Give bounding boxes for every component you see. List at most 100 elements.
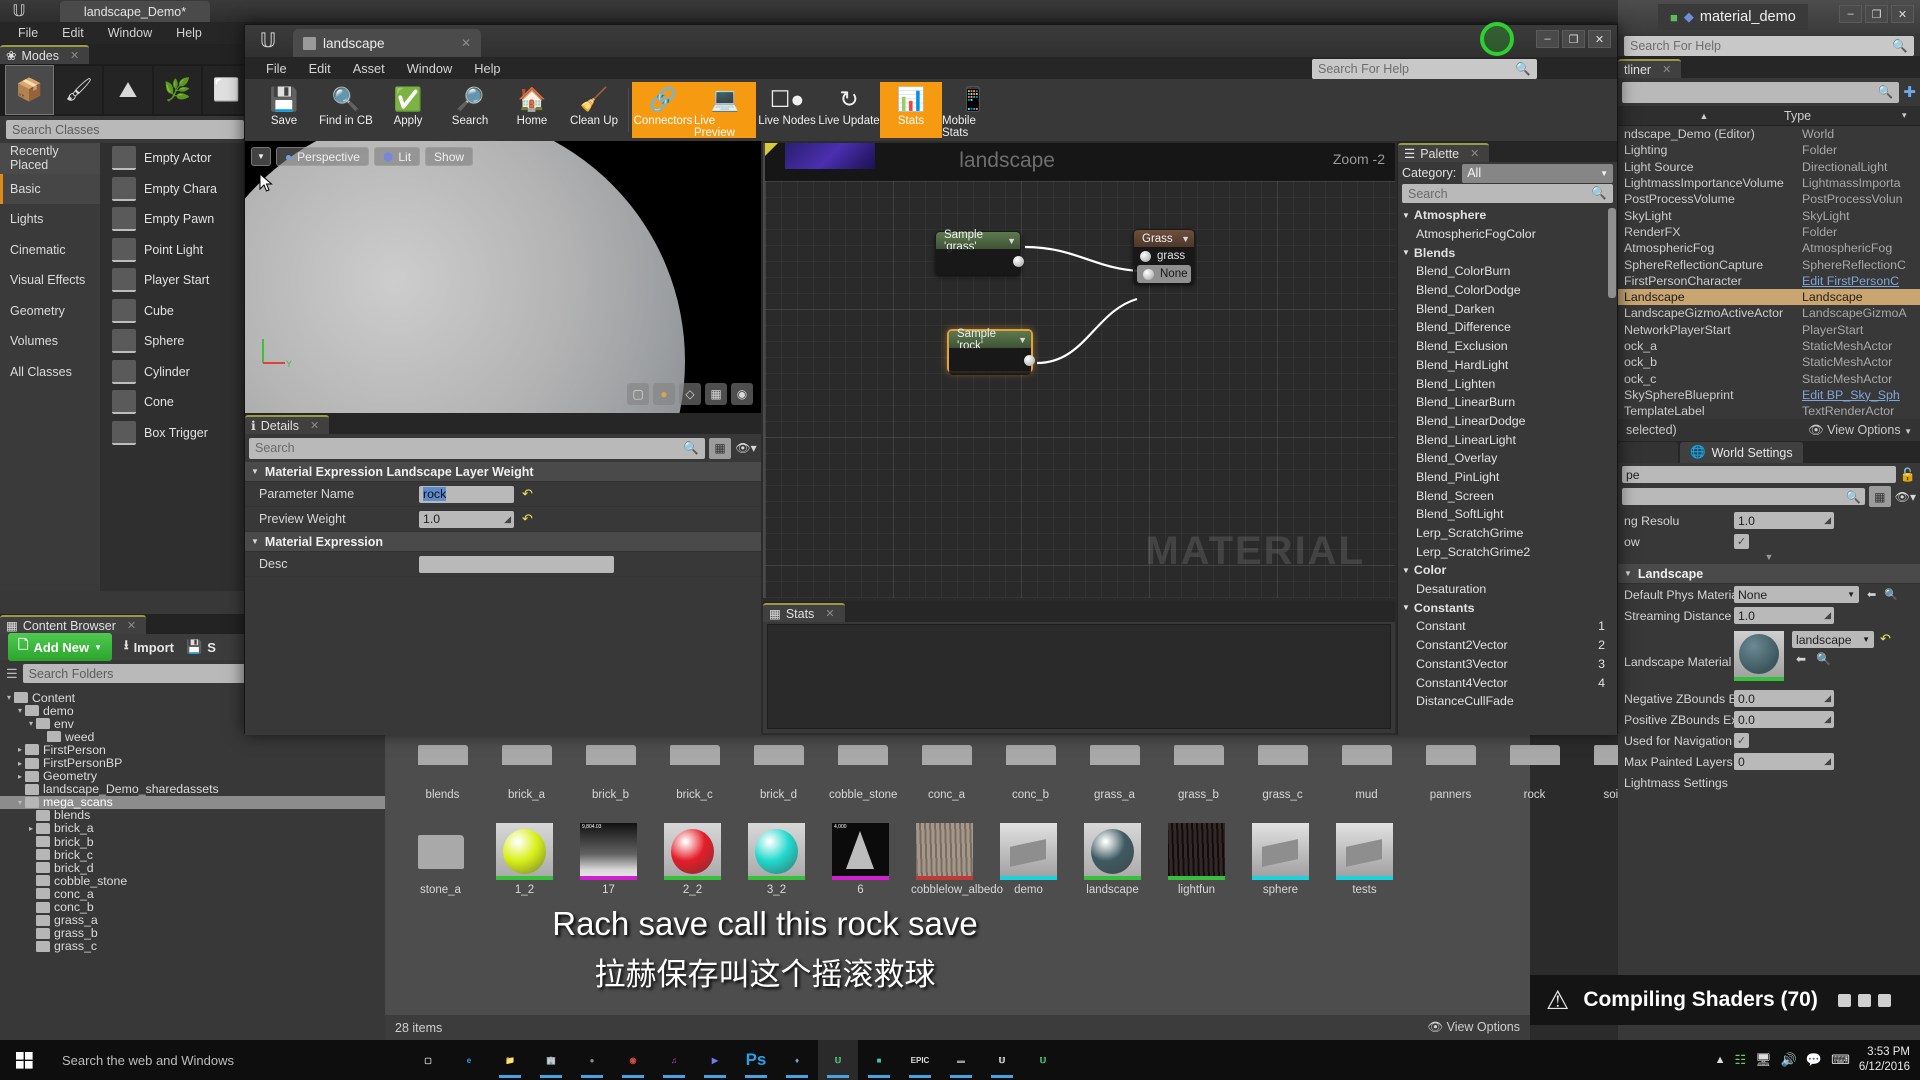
outliner-row[interactable]: PostProcessVolume PostProcessVolun (1618, 191, 1920, 207)
folder-tree-row[interactable]: brick_c (0, 848, 385, 862)
asset-folder-cell[interactable]: brick_c (661, 745, 728, 801)
taskbar-photoshop-icon[interactable]: Ps (736, 1040, 776, 1080)
taskbar-clock[interactable]: 3:53 PM 6/12/2016 (1859, 1045, 1910, 1075)
tab-modes[interactable]: ❀ Modes ✕ (0, 45, 90, 64)
taskbar-epic-launcher-icon[interactable]: EPIC (900, 1040, 940, 1080)
outliner-search-input[interactable]: 🔍 (1622, 81, 1900, 103)
palette-item-row[interactable]: Blend_Difference (1398, 318, 1617, 337)
palette-search-input[interactable]: Search 🔍 (1402, 184, 1613, 203)
material-preview-viewport[interactable]: ▼ ● Perspective ⬢ Lit Show Y ▢ ● ◇ ▦ ◉ (245, 141, 761, 413)
display-icon[interactable]: 🖥 (1755, 1052, 1772, 1068)
viewport-options-button[interactable]: ▼ (251, 147, 271, 166)
browse-asset-icon[interactable]: 🔍 (1816, 652, 1831, 666)
modes-category-recently-placed[interactable]: Recently Placed (0, 143, 100, 174)
geometry-mode-icon[interactable]: ⬜ (202, 66, 251, 114)
palette-group-row[interactable]: ▼ Blends (1398, 243, 1617, 262)
tab-world-settings[interactable]: 🌐 World Settings (1680, 442, 1803, 464)
asset-folder-cell[interactable]: panners (1417, 745, 1484, 801)
tree-arrow-icon[interactable]: ▾ (4, 693, 14, 702)
palette-item-row[interactable]: Blend_Screen (1398, 486, 1617, 505)
folder-tree-row[interactable]: blends (0, 808, 385, 822)
maximize-button[interactable]: ❐ (1865, 5, 1888, 23)
sort-asc-icon[interactable]: ▲ (1618, 111, 1784, 121)
node-input-pin[interactable] (1143, 268, 1154, 280)
folder-tree-row[interactable]: landscape_Demo_sharedassets (0, 782, 385, 796)
node-input-pin[interactable] (1140, 250, 1151, 262)
spinner-icon[interactable]: ◢ (1824, 756, 1831, 767)
import-button[interactable]: ⭳ Import (124, 636, 174, 658)
modes-category-lights[interactable]: Lights (0, 204, 100, 235)
palette-item-row[interactable]: Blend_LinearBurn (1398, 393, 1617, 412)
taskbar-app-blue-icon[interactable]: ♦ (777, 1040, 817, 1080)
close-icon[interactable]: ✕ (70, 49, 79, 62)
palette-item-row[interactable]: AtmosphericFogColor (1398, 225, 1617, 244)
close-icon[interactable]: ✕ (825, 607, 834, 620)
modes-item[interactable]: Cylinder (100, 357, 250, 388)
palette-category-dropdown[interactable]: All ▼ (1462, 163, 1613, 183)
palette-item-row[interactable]: Blend_Lighten (1398, 374, 1617, 393)
modes-category-visual-effects[interactable]: Visual Effects (0, 265, 100, 296)
action-center-icon[interactable]: 💬 (1806, 1052, 1822, 1068)
modes-item[interactable]: Box Trigger (100, 418, 250, 449)
spinner-icon[interactable]: ◢ (504, 514, 511, 525)
preview-plane-icon[interactable]: ◇ (679, 383, 701, 405)
details-eye-icon[interactable]: 👁▾ (735, 438, 757, 459)
details-search-input[interactable]: Search 🔍 (249, 437, 705, 459)
tree-arrow-icon[interactable]: ▸ (15, 759, 25, 768)
outliner-row[interactable]: SkySphereBlueprint Edit BP_Sky_Sph (1618, 387, 1920, 403)
material-editor-tab[interactable]: landscape ✕ (293, 29, 481, 57)
main-menu-edit[interactable]: Edit (52, 24, 94, 42)
modes-item[interactable]: Sphere (100, 326, 250, 357)
palette-item-row[interactable]: Constant4Vector 4 (1398, 673, 1617, 692)
close-icon[interactable]: ✕ (1470, 147, 1479, 160)
toolbar-mobile-stats-button[interactable]: 📱 Mobile Stats (942, 82, 1004, 140)
asset-folder-cell[interactable]: rock (1501, 745, 1568, 801)
palette-item-row[interactable]: Blend_ColorBurn (1398, 262, 1617, 281)
tree-arrow-icon[interactable]: ▸ (15, 745, 25, 754)
toolbar-save-button[interactable]: 💾 Save (253, 82, 315, 138)
taskbar-task-view-icon[interactable]: ▢ (408, 1040, 448, 1080)
palette-item-row[interactable]: Constant2Vector 2 (1398, 636, 1617, 655)
folder-tree-row[interactable]: ▸ FirstPersonBP (0, 756, 385, 770)
asset-item-cell[interactable]: sphere (1247, 823, 1314, 896)
modes-category-cinematic[interactable]: Cinematic (0, 235, 100, 266)
modes-item[interactable]: Cube (100, 296, 250, 327)
folder-tree-row[interactable]: brick_d (0, 861, 385, 875)
outliner-row[interactable]: FirstPersonCharacter Edit FirstPersonC (1618, 273, 1920, 289)
asset-item-cell[interactable]: tests (1331, 823, 1398, 896)
outliner-view-options-button[interactable]: 👁 View Options ▼ (1808, 423, 1912, 438)
asset-folder-cell[interactable]: brick_d (745, 745, 812, 801)
property-value-field[interactable]: 0.0 ◢ (1734, 690, 1834, 708)
close-button[interactable]: ✕ (1891, 5, 1914, 23)
right-help-search-input[interactable]: Search For Help 🔍 (1624, 36, 1914, 56)
taskbar-unreal-green2-icon[interactable]: 𝕌 (1023, 1040, 1063, 1080)
modes-category-volumes[interactable]: Volumes (0, 326, 100, 357)
asset-folder-cell[interactable]: grass_c (1249, 745, 1316, 801)
outliner-row[interactable]: ock_a StaticMeshActor (1618, 338, 1920, 354)
outliner-row[interactable]: Light Source DirectionalLight (1618, 159, 1920, 175)
preview-cube-icon[interactable]: ▦ (705, 383, 727, 405)
main-menu-window[interactable]: Window (98, 24, 162, 42)
asset-item-cell[interactable]: 9,804.03 17 (575, 823, 642, 896)
toolbar-stats-button[interactable]: 📊 Stats (880, 82, 942, 138)
toolbar-connectors-button[interactable]: 🔗 Connectors (632, 82, 694, 138)
tree-arrow-icon[interactable]: ▾ (15, 798, 25, 807)
taskbar-store-icon[interactable]: 🏢 (531, 1040, 571, 1080)
palette-group-row[interactable]: ▼ Atmosphere (1398, 206, 1617, 225)
modes-item[interactable]: Empty Chara (100, 174, 250, 205)
main-menu-help[interactable]: Help (166, 24, 212, 42)
node-input-pin-row[interactable]: None (1137, 265, 1191, 283)
node-output-pin[interactable] (1024, 355, 1035, 366)
taskbar-file-explorer-icon[interactable]: 📁 (490, 1040, 530, 1080)
taskbar-itunes-icon[interactable]: ♫ (654, 1040, 694, 1080)
tab-details-partial[interactable] (1618, 442, 1678, 464)
checkbox[interactable]: ✓ (1734, 733, 1749, 749)
tree-filter-icon[interactable]: ☰ (6, 666, 18, 682)
save-all-button[interactable]: 💾 S (186, 639, 216, 655)
folder-tree-row[interactable]: cobble_stone (0, 874, 385, 888)
menu-help[interactable]: Help (463, 59, 511, 78)
outliner-row[interactable]: AtmosphericFog AtmosphericFog (1618, 240, 1920, 256)
graph-node-sample-rock[interactable]: Sample 'rock' ▼ (947, 328, 1035, 375)
node-output-pin[interactable] (1013, 256, 1024, 267)
property-value-field[interactable]: rock (419, 485, 514, 503)
